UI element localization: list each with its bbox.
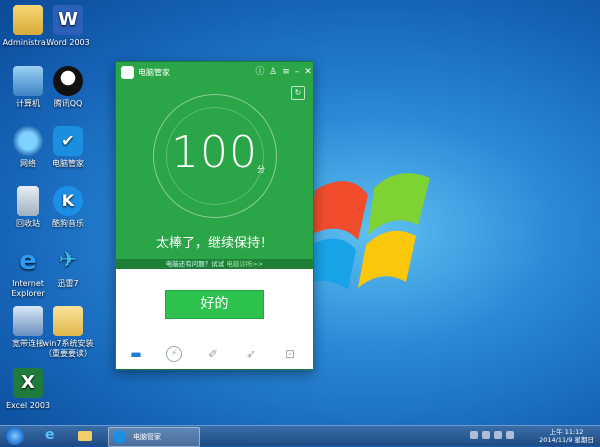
desktop: { "desktop": { "icons": [ {"label": "Adm…	[0, 0, 600, 447]
desktop-icon-win7-folder[interactable]: win7系统安装（重要要读）	[40, 306, 96, 359]
score-panel: 电脑管家 ⓘ ♙ ≡ – ✕ ↻ 100 分 太棒了，继续保持！	[116, 62, 313, 259]
shield-icon	[114, 431, 126, 443]
close-icon[interactable]: ✕	[303, 67, 313, 77]
network-icon	[13, 126, 43, 156]
taskbar-explorer-icon[interactable]	[74, 427, 96, 445]
status-message: 太棒了，继续保持！	[155, 236, 273, 251]
desktop-icon-kugou[interactable]: K 酷狗音乐	[40, 186, 96, 229]
broadband-icon	[13, 306, 43, 336]
network-tray-icon[interactable]	[494, 431, 502, 439]
word-icon: W	[53, 5, 83, 35]
toolbox-icon[interactable]: ⊡	[282, 346, 298, 362]
clinic-link[interactable]: 电脑诊所>>	[226, 260, 263, 268]
clean-broom-icon[interactable]: ✐	[205, 346, 221, 362]
menu-icon[interactable]: ≡	[281, 67, 291, 77]
app-logo-icon	[121, 66, 134, 79]
start-button[interactable]	[6, 427, 24, 445]
shield-icon: ✔	[53, 126, 83, 156]
monitor-icon[interactable]: ▬	[128, 346, 144, 362]
pc-manager-window: 电脑管家 ⓘ ♙ ≡ – ✕ ↻ 100 分 太棒了，继续保持！ 电脑还有问题？…	[115, 61, 314, 370]
tray-icon-1[interactable]	[470, 431, 478, 439]
taskbar: e 电脑管家 上午 11:12 2014/11/9 星期日	[0, 425, 600, 447]
folder-icon	[53, 306, 83, 336]
desktop-icon-thunder[interactable]: ✈ 迅雷7	[40, 246, 96, 289]
qq-icon	[53, 66, 83, 96]
excel-icon: X	[13, 368, 43, 398]
kugou-icon: K	[53, 186, 83, 216]
thunder-icon: ✈	[58, 248, 78, 273]
volume-tray-icon[interactable]	[506, 431, 514, 439]
tray-icon-2[interactable]	[482, 431, 490, 439]
title-bar[interactable]: 电脑管家 ⓘ ♙ ≡ – ✕	[116, 62, 313, 84]
skin-icon[interactable]: ♙	[268, 67, 278, 77]
hint-bar: 电脑还有问题？试试 电脑诊所>>	[116, 259, 313, 269]
health-score: 100	[171, 127, 258, 178]
recycle-bin-icon	[17, 186, 39, 216]
speed-icon[interactable]: ⚡	[166, 346, 182, 362]
hint-text: 电脑还有问题？试试	[165, 260, 225, 268]
desktop-icon-excel[interactable]: X Excel 2003	[0, 368, 56, 411]
desktop-icon-pc-manager[interactable]: ✔ 电脑管家	[40, 126, 96, 169]
desktop-icon-word[interactable]: W Word 2003	[40, 5, 96, 48]
score-unit: 分	[257, 165, 265, 174]
ok-button[interactable]: 好的	[165, 290, 264, 319]
taskbar-pc-manager[interactable]: 电脑管家	[108, 427, 200, 447]
window-title: 电脑管家	[138, 68, 170, 77]
taskbar-app-label: 电脑管家	[133, 433, 161, 441]
desktop-icon-qq[interactable]: 腾讯QQ	[40, 66, 96, 109]
windows-logo-wallpaper	[310, 173, 430, 290]
system-clock[interactable]: 上午 11:12 2014/11/9 星期日	[539, 428, 594, 444]
ie-icon: e	[19, 246, 37, 276]
user-folder-icon	[13, 5, 43, 35]
computer-icon	[13, 66, 43, 96]
refresh-icon[interactable]: ↻	[291, 86, 305, 100]
minimize-icon[interactable]: –	[292, 67, 302, 77]
bottom-toolbar: ▬ ⚡ ✐ ➶ ⊡	[116, 342, 313, 366]
taskbar-ie-icon[interactable]: e	[40, 427, 62, 445]
rocket-icon[interactable]: ➶	[243, 346, 259, 362]
shield-info-icon[interactable]: ⓘ	[255, 67, 265, 77]
